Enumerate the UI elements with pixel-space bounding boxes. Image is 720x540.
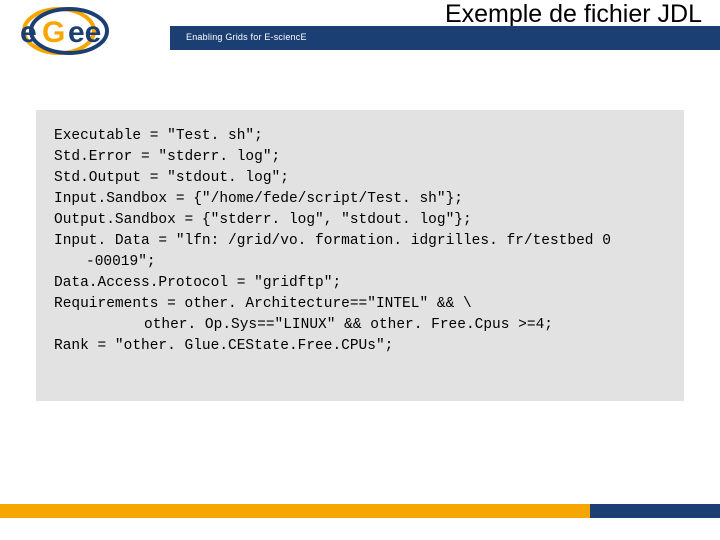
code-line: Input.Sandbox = {"/home/fede/script/Test… bbox=[54, 189, 666, 210]
code-line: Std.Error = "stderr. log"; bbox=[54, 147, 666, 168]
code-line: Output.Sandbox = {"stderr. log", "stdout… bbox=[54, 210, 666, 231]
slide-header: e G ee Exemple de fichier JDL Enabling G… bbox=[0, 0, 720, 60]
svg-text:e: e bbox=[20, 16, 37, 49]
code-line: Executable = "Test. sh"; bbox=[54, 126, 666, 147]
jdl-code-block: Executable = "Test. sh"; Std.Error = "st… bbox=[36, 110, 684, 401]
egee-logo: e G ee bbox=[14, 6, 164, 56]
code-line: Std.Output = "stdout. log"; bbox=[54, 168, 666, 189]
svg-text:ee: ee bbox=[68, 16, 101, 49]
code-line: Data.Access.Protocol = "gridftp"; bbox=[54, 273, 666, 294]
slide-title: Exemple de fichier JDL bbox=[180, 0, 702, 29]
code-line: other. Op.Sys=="LINUX" && other. Free.Cp… bbox=[54, 315, 666, 336]
code-line: Requirements = other. Architecture=="INT… bbox=[54, 294, 666, 315]
footer-strip bbox=[590, 504, 720, 518]
tagline: Enabling Grids for E-sciencE bbox=[186, 32, 307, 42]
code-line: Rank = "other. Glue.CEState.Free.CPUs"; bbox=[54, 336, 666, 357]
code-line: Input. Data = "lfn: /grid/vo. formation.… bbox=[54, 231, 666, 273]
svg-text:G: G bbox=[42, 16, 65, 49]
